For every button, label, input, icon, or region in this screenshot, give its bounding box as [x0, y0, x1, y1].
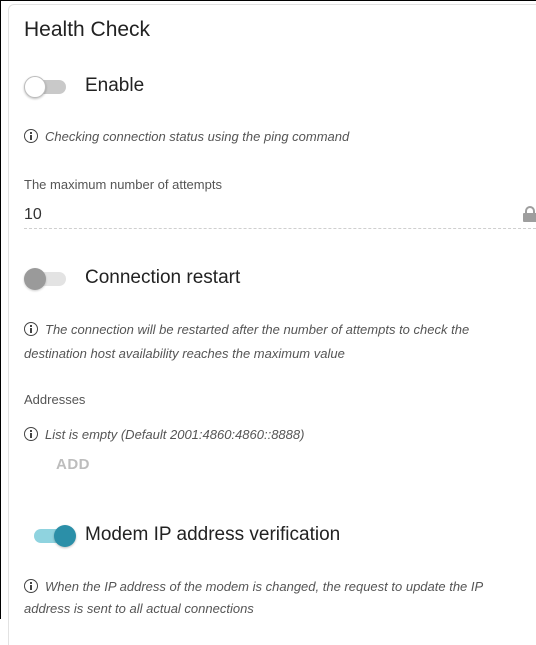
- info-icon: [24, 427, 38, 441]
- info-icon: [24, 129, 38, 143]
- modem-hint-line1: When the IP address of the modem is chan…: [45, 579, 484, 594]
- info-icon: [24, 322, 38, 336]
- max-attempts-label: The maximum number of attempts: [24, 177, 222, 192]
- restart-hint-continued: destination host availability reaches th…: [24, 343, 345, 365]
- addresses-empty-hint: List is empty (Default 2001:4860:4860::8…: [24, 424, 304, 446]
- restart-hint-line2: destination host availability reaches th…: [24, 346, 345, 361]
- modem-ip-toggle[interactable]: [30, 524, 76, 548]
- restart-hint: The connection will be restarted after t…: [24, 319, 469, 341]
- enable-toggle[interactable]: [24, 75, 70, 99]
- enable-label: Enable: [85, 75, 145, 96]
- modem-ip-toggle-knob: [54, 525, 76, 547]
- restart-hint-line1: The connection will be restarted after t…: [45, 322, 470, 337]
- info-icon: [24, 579, 38, 593]
- enable-hint: Checking connection status using the pin…: [24, 126, 349, 148]
- connection-restart-label: Connection restart: [85, 267, 241, 288]
- modem-ip-label: Modem IP address verification: [85, 524, 341, 545]
- enable-hint-text: Checking connection status using the pin…: [45, 129, 350, 144]
- addresses-label: Addresses: [24, 392, 86, 407]
- lock-icon: [523, 206, 536, 222]
- add-address-button[interactable]: ADD: [56, 456, 90, 473]
- section-title: Health Check: [24, 18, 151, 41]
- enable-toggle-knob: [24, 76, 46, 98]
- modem-hint-continued: address is sent to all actual connection…: [24, 598, 254, 620]
- connection-restart-toggle[interactable]: [24, 267, 70, 291]
- modem-hint-line2: address is sent to all actual connection…: [24, 601, 254, 616]
- modem-hint: When the IP address of the modem is chan…: [24, 576, 483, 598]
- connection-restart-toggle-knob: [24, 268, 46, 290]
- addresses-empty-text: List is empty (Default 2001:4860:4860::8…: [45, 427, 305, 442]
- max-attempts-field[interactable]: [24, 202, 536, 229]
